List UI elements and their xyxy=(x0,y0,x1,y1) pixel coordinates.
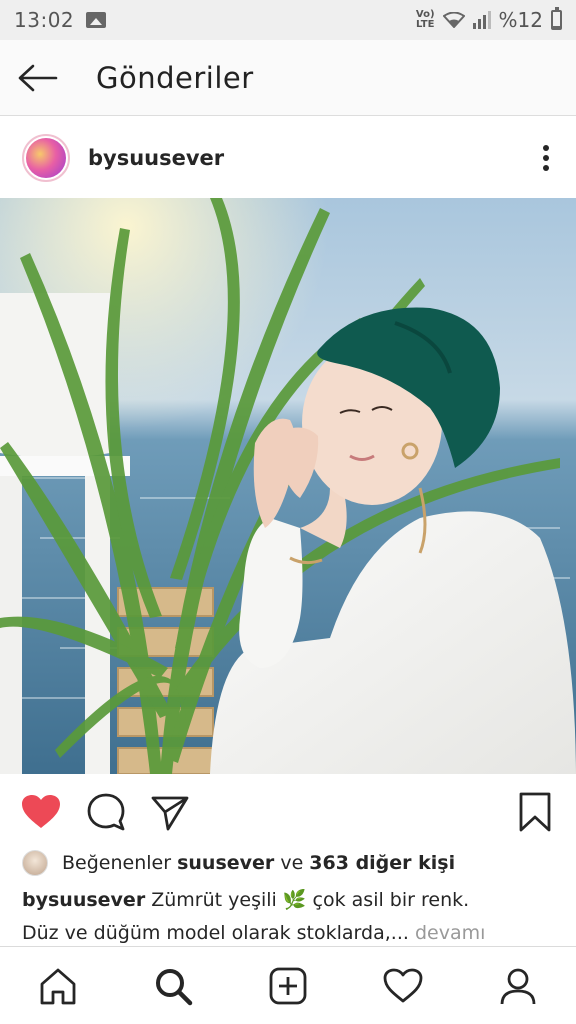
arrow-left-icon xyxy=(18,64,58,91)
signal-icon xyxy=(472,11,491,29)
home-icon xyxy=(40,968,75,1004)
post-username[interactable]: bysuusever xyxy=(88,146,224,170)
send-icon xyxy=(151,796,189,831)
bookmark-icon xyxy=(519,792,551,832)
post-header: bysuusever xyxy=(0,118,576,198)
share-button[interactable] xyxy=(148,790,192,834)
post-caption: bysuusever Zümrüt yeşili 🌿 çok asil bir … xyxy=(22,884,562,950)
back-button[interactable] xyxy=(0,40,76,116)
profile-icon xyxy=(500,968,536,1004)
like-button[interactable] xyxy=(19,790,63,834)
likes-prefix: Beğenenler xyxy=(62,852,178,874)
top-app-bar: Gönderiler xyxy=(0,40,576,116)
caption-line1: Zümrüt yeşili 🌿 çok asil bir renk. xyxy=(145,889,470,911)
search-icon xyxy=(155,968,193,1005)
page-title: Gönderiler xyxy=(96,60,254,95)
gallery-icon xyxy=(86,12,107,28)
heart-filled-icon xyxy=(22,795,60,828)
avatar[interactable] xyxy=(22,134,70,182)
battery-icon xyxy=(551,7,562,30)
caption-username[interactable]: bysuusever xyxy=(22,889,145,911)
three-dots-vertical-icon xyxy=(543,145,549,171)
likes-middle: ve xyxy=(274,852,310,874)
likes-summary[interactable]: Beğenenler suusever ve 363 diğer kişi xyxy=(22,848,562,878)
more-options-button[interactable] xyxy=(516,128,576,188)
comment-icon xyxy=(87,793,125,831)
nav-new-post[interactable] xyxy=(260,958,316,1014)
battery-text: %12 xyxy=(498,8,543,32)
likes-count[interactable]: 363 diğer kişi xyxy=(309,852,455,874)
caption-line2: Düz ve düğüm model olarak stoklarda,... xyxy=(22,922,409,944)
bottom-navigation xyxy=(0,946,576,1024)
nav-profile[interactable] xyxy=(490,958,546,1014)
volte-indicator: Vo) LTE xyxy=(415,9,435,30)
nav-search[interactable] xyxy=(145,958,201,1014)
wifi-icon xyxy=(442,12,465,28)
comment-button[interactable] xyxy=(84,790,128,834)
activity-heart-icon xyxy=(383,968,423,1002)
save-button[interactable] xyxy=(513,790,557,834)
caption-more-link[interactable]: devamı xyxy=(409,922,485,944)
post-image[interactable] xyxy=(0,198,576,774)
add-post-icon xyxy=(269,967,307,1004)
nav-home[interactable] xyxy=(30,958,86,1014)
status-time: 13:02 xyxy=(14,8,75,32)
nav-activity[interactable] xyxy=(375,958,431,1014)
liker-avatar xyxy=(22,850,48,876)
status-bar: 13:02 Vo) LTE %12 xyxy=(0,0,576,40)
post-actions xyxy=(0,780,576,842)
liker-username[interactable]: suusever xyxy=(177,852,274,874)
